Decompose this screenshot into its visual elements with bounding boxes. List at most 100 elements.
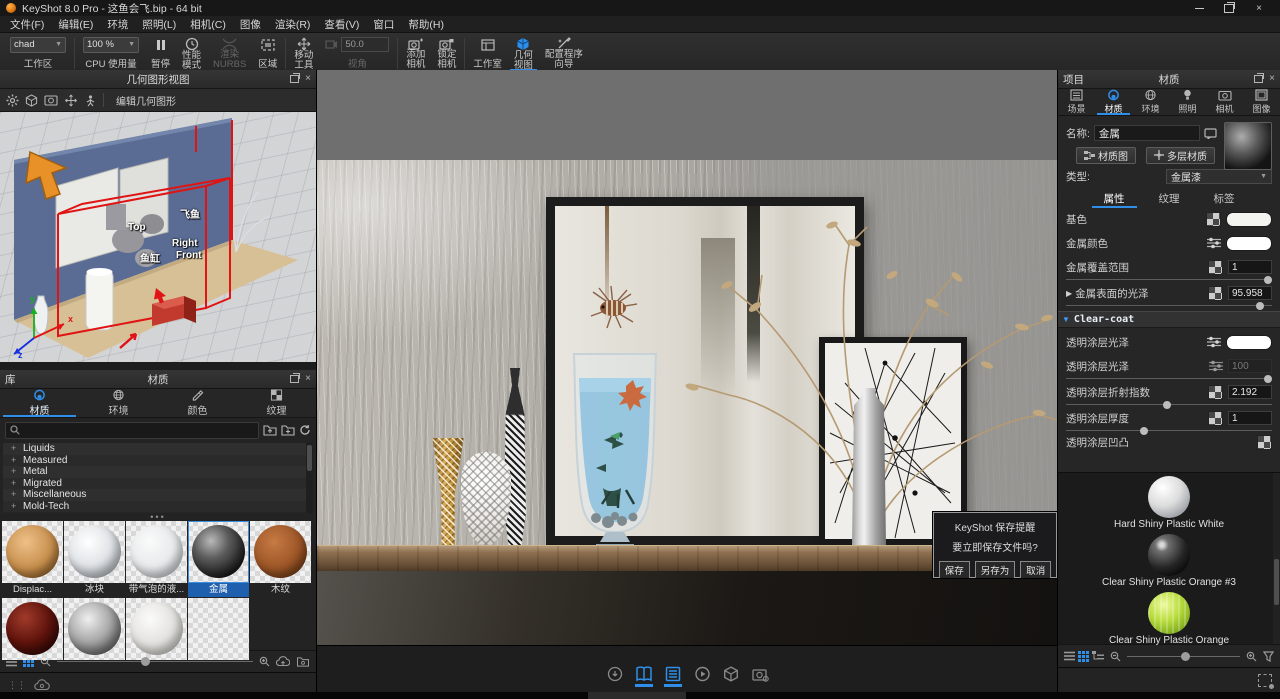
- menu-window[interactable]: 窗口: [366, 17, 401, 32]
- material-thumb-metal-selected[interactable]: [188, 521, 249, 583]
- material-list-item[interactable]: Hard Shiny Plastic White: [1058, 476, 1280, 534]
- tab-image[interactable]: 图像: [1243, 89, 1280, 115]
- material-thumb[interactable]: [126, 598, 187, 660]
- tree-item-miscellaneous[interactable]: Miscellaneous: [3, 489, 313, 501]
- slider-knob[interactable]: [1256, 302, 1264, 310]
- clearcoat-color-swatch[interactable]: [1226, 335, 1272, 350]
- tree-item-migrated[interactable]: Migrated: [3, 478, 313, 490]
- slider-knob[interactable]: [1181, 652, 1190, 661]
- menu-render[interactable]: 渲染(R): [268, 17, 318, 32]
- upload-cloud-icon[interactable]: [276, 656, 290, 667]
- material-name-input[interactable]: [1094, 125, 1200, 141]
- render-button[interactable]: [692, 665, 712, 687]
- library-tab-colors[interactable]: 颜色: [158, 389, 237, 417]
- cancel-button[interactable]: 取消: [1020, 561, 1051, 579]
- material-thumb[interactable]: [2, 598, 63, 660]
- material-thumb[interactable]: [64, 598, 125, 660]
- tab-camera[interactable]: 相机: [1206, 89, 1243, 115]
- tree-item-metal[interactable]: Metal: [3, 466, 313, 478]
- base-color-swatch[interactable]: [1226, 212, 1272, 227]
- slider-knob[interactable]: [141, 657, 150, 666]
- clearcoat-gloss-slider[interactable]: [1066, 378, 1272, 379]
- expand-icon[interactable]: [11, 443, 18, 454]
- float-panel-icon[interactable]: [290, 75, 299, 83]
- adjust-sliders-icon[interactable]: [1207, 237, 1221, 249]
- cloud-icon[interactable]: [34, 679, 50, 691]
- clearcoat-thickness-slider[interactable]: [1066, 430, 1272, 431]
- tab-scene[interactable]: 场景: [1058, 89, 1095, 115]
- fov-group[interactable]: 50.0 视角: [319, 35, 395, 72]
- material-size-slider[interactable]: [1127, 656, 1240, 657]
- metal-coverage-slider[interactable]: [1066, 279, 1272, 280]
- menu-file[interactable]: 文件(F): [3, 17, 51, 32]
- zoom-in-icon[interactable]: [259, 656, 270, 667]
- subtab-labels[interactable]: 标签: [1210, 191, 1239, 206]
- library-search-box[interactable]: [5, 422, 259, 439]
- drag-grip-icon[interactable]: ⋮⋮: [8, 683, 26, 687]
- zoom-in-icon[interactable]: [1246, 651, 1257, 662]
- cube-view-icon[interactable]: [25, 94, 38, 107]
- material-type-dropdown[interactable]: 金属漆 ▼: [1166, 169, 1272, 184]
- tree-view-icon[interactable]: [1092, 651, 1104, 661]
- expand-icon[interactable]: [11, 478, 18, 489]
- add-folder-icon[interactable]: [281, 424, 295, 436]
- material-thumb-wood[interactable]: [250, 521, 311, 583]
- geometry-view-button[interactable]: 几何 视图: [508, 35, 539, 72]
- texture-map-icon[interactable]: [1208, 411, 1223, 426]
- expand-icon[interactable]: [11, 466, 18, 477]
- tab-environment[interactable]: 环境: [1132, 89, 1169, 115]
- fly-mode-icon[interactable]: [84, 94, 97, 107]
- edit-geometry-button[interactable]: 编辑几何图形: [110, 92, 182, 109]
- material-graph-button[interactable]: 材质图: [1076, 147, 1136, 164]
- folder-settings-icon[interactable]: [296, 656, 310, 667]
- refresh-icon[interactable]: [299, 424, 311, 436]
- texture-map-icon[interactable]: [1208, 286, 1223, 301]
- library-tab-textures[interactable]: 纹理: [237, 389, 316, 417]
- close-button[interactable]: ×: [1244, 1, 1274, 16]
- material-thumb-empty[interactable]: [188, 598, 249, 660]
- close-panel-icon[interactable]: ×: [305, 74, 311, 84]
- material-list-item[interactable]: Clear Shiny Plastic Orange #3: [1058, 534, 1280, 592]
- expand-icon[interactable]: [11, 489, 18, 500]
- material-list-item[interactable]: Clear Shiny Plastic Orange: [1058, 592, 1280, 650]
- save-as-button[interactable]: 另存为: [975, 561, 1016, 579]
- adjust-sliders-icon[interactable]: [1209, 360, 1223, 372]
- clearcoat-ior-slider[interactable]: [1066, 404, 1272, 405]
- material-thumb-bubbles[interactable]: [126, 521, 187, 583]
- metal-color-swatch[interactable]: [1226, 236, 1272, 251]
- metal-coverage-field[interactable]: [1228, 260, 1272, 274]
- restore-button[interactable]: [1214, 1, 1244, 16]
- tree-item-liquids[interactable]: Liquids: [3, 443, 313, 455]
- float-panel-icon[interactable]: [1254, 75, 1263, 83]
- collapsed-arrow-icon[interactable]: ▶: [1066, 289, 1072, 298]
- add-camera-button[interactable]: 添加 相机: [400, 35, 431, 72]
- lock-camera-button[interactable]: 锁定 相机: [431, 35, 462, 72]
- menu-environment[interactable]: 环境: [100, 17, 135, 32]
- menu-help[interactable]: 帮助(H): [401, 17, 451, 32]
- close-panel-icon[interactable]: ×: [305, 374, 311, 384]
- expand-icon[interactable]: [11, 501, 18, 512]
- screenshot-button[interactable]: [750, 665, 770, 687]
- gear-icon[interactable]: [6, 94, 19, 107]
- library-tab-materials[interactable]: 材质: [0, 389, 79, 417]
- tab-lighting[interactable]: 照明: [1169, 89, 1206, 115]
- workspace-dropdown[interactable]: chad▼: [10, 37, 66, 53]
- filter-funnel-icon[interactable]: [1263, 651, 1274, 662]
- material-thumb-ice[interactable]: [64, 521, 125, 583]
- minimize-button[interactable]: [1184, 1, 1214, 16]
- clearcoat-thickness-field[interactable]: [1228, 411, 1272, 425]
- menu-image[interactable]: 图像: [233, 17, 268, 32]
- material-thumb-displace[interactable]: [2, 521, 63, 583]
- clearcoat-ior-field[interactable]: [1228, 385, 1272, 399]
- workspace-group[interactable]: chad▼ 工作区: [4, 35, 72, 72]
- fov-value-field[interactable]: 50.0: [341, 37, 389, 52]
- multilayer-material-button[interactable]: 多层材质: [1146, 147, 1215, 164]
- import-folder-icon[interactable]: [263, 424, 277, 436]
- texture-map-icon[interactable]: [1257, 435, 1272, 450]
- geometry-editor-button[interactable]: [721, 665, 741, 687]
- list-view-icon[interactable]: [1064, 651, 1075, 661]
- geometry-viewport[interactable]: 飞鱼 Top Right 鱼缸 Front y x z: [0, 112, 316, 362]
- menu-camera[interactable]: 相机(C): [183, 17, 233, 32]
- move-tool-button[interactable]: 移动 工具: [288, 35, 319, 72]
- library-toggle-button[interactable]: [634, 665, 654, 687]
